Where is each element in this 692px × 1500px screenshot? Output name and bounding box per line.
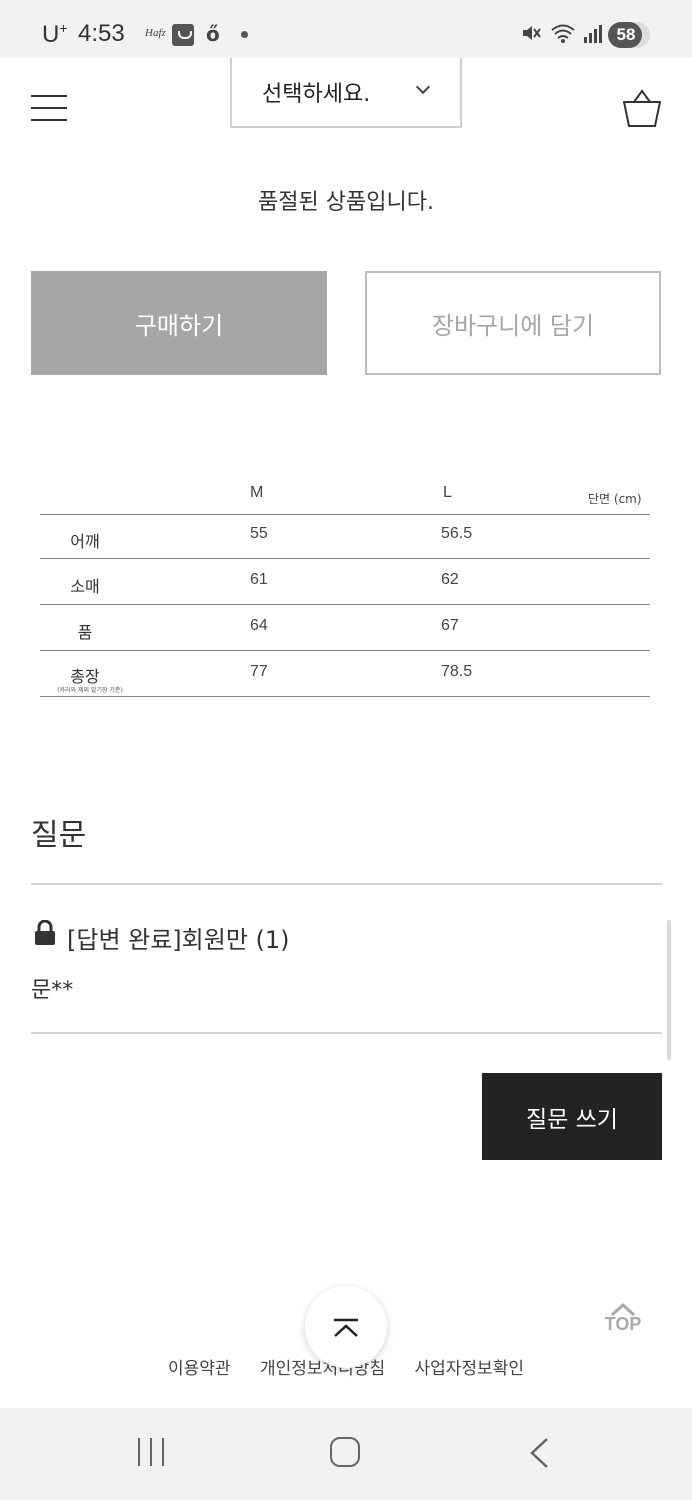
write-question-button[interactable]: 질문 쓰기: [482, 1073, 662, 1160]
divider: [31, 1032, 662, 1034]
divider: [31, 883, 662, 885]
size-table: M L 단면 (cm) 어깨 55 56.5 소매 61 62 품 64 67 …: [40, 480, 650, 700]
battery-level: 58: [616, 25, 636, 44]
shopping-bag-icon: [172, 24, 194, 46]
system-nav-bar: [0, 1408, 692, 1500]
size-cell: 64: [250, 617, 268, 634]
notification-app-icon-2: ő: [206, 22, 220, 46]
recent-apps-icon[interactable]: [136, 1438, 166, 1468]
chevron-up-icon: [334, 1318, 358, 1337]
size-cell: 62: [441, 571, 459, 588]
soldout-notice: 품절된 상품입니다.: [258, 190, 434, 215]
mute-icon: [523, 26, 541, 40]
hamburger-icon[interactable]: [31, 95, 67, 121]
size-row-label: 어깨: [70, 532, 100, 551]
battery-icon: 58: [608, 22, 650, 48]
size-row-label: 소매: [70, 577, 100, 596]
back-icon[interactable]: [528, 1437, 550, 1469]
size-cell: 67: [441, 617, 459, 634]
size-column-header: L: [443, 484, 452, 501]
status-bar: U+ 4:53 Hafz ő 58: [0, 0, 692, 58]
notification-app-icon: Hafz: [145, 27, 166, 39]
add-to-cart-button[interactable]: 장바구니에 담기: [365, 271, 661, 375]
size-row-label: 품: [77, 623, 93, 642]
top-button[interactable]: TOP: [597, 1302, 649, 1348]
shopping-basket-icon[interactable]: [622, 88, 662, 128]
qa-section-title: 질문: [31, 818, 87, 853]
size-row-sublabel: (카라와 제외 밑기장 기준): [57, 687, 123, 694]
top-button-label: TOP: [604, 1314, 642, 1334]
home-icon[interactable]: [330, 1437, 360, 1467]
chevron-down-icon: [415, 79, 431, 95]
size-column-header: M: [250, 484, 264, 501]
more-notifications-dot-icon: [241, 31, 248, 38]
size-unit-label: 단면 (cm): [588, 492, 642, 506]
scrollbar[interactable]: [667, 920, 671, 1060]
option-select-value: 선택하세요.: [262, 82, 371, 107]
wifi-icon: [551, 24, 575, 43]
clock: 4:53: [78, 20, 125, 47]
business-info-link[interactable]: 사업자정보확인: [415, 1359, 524, 1379]
size-cell: 61: [250, 571, 268, 588]
size-cell: 78.5: [441, 663, 473, 680]
option-select[interactable]: 선택하세요.: [230, 58, 462, 128]
qa-item-title[interactable]: [답변 완료]회원만 (1): [67, 920, 290, 955]
carrier-label: U+: [42, 20, 68, 48]
signal-icon: [584, 25, 602, 43]
size-cell: 77: [250, 663, 268, 680]
size-row-label: 총장: [70, 667, 100, 686]
lock-icon: [35, 920, 55, 945]
size-cell: 55: [250, 525, 268, 542]
scroll-up-button[interactable]: [305, 1286, 387, 1368]
terms-link[interactable]: 이용약관: [168, 1359, 231, 1379]
size-cell: 56.5: [441, 525, 473, 542]
qa-item-author: 문**: [31, 978, 74, 1003]
buy-button[interactable]: 구매하기: [31, 271, 327, 375]
